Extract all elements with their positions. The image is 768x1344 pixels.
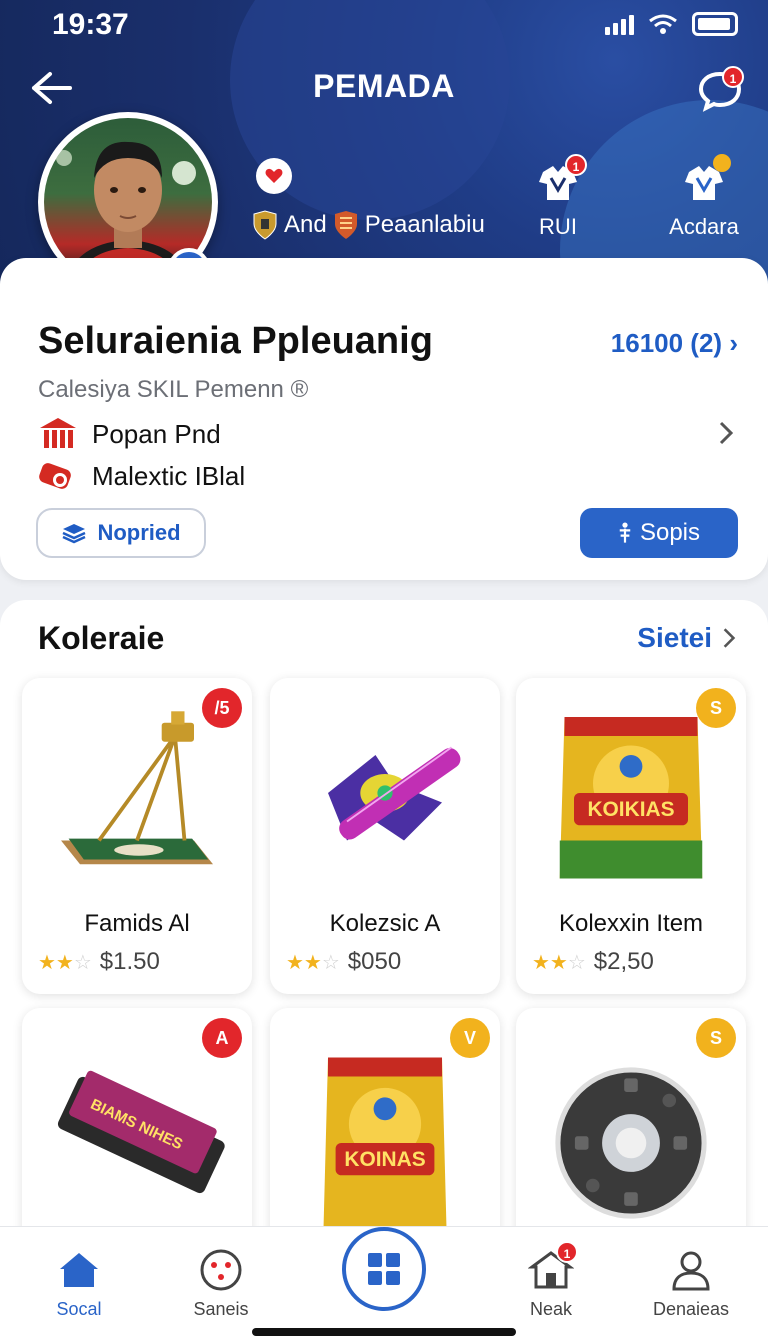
item-badge: V	[450, 1018, 490, 1058]
club-crest-icon	[334, 211, 357, 239]
bottom-tab-bar: Socal Saneis 1 Neak Denaieas	[0, 1226, 768, 1344]
collection-item-card[interactable]: KOIKIAS S Kolexxin Item ★★☆ $2,50	[516, 678, 746, 994]
points-link[interactable]: 16100 (2) ›	[611, 328, 738, 359]
ticket-icon	[39, 463, 71, 489]
tab-neak[interactable]: 1 Neak	[496, 1241, 606, 1320]
item-price: $050	[347, 948, 402, 975]
user-icon	[672, 1251, 710, 1291]
chevron-right-icon[interactable]	[716, 418, 736, 448]
stat-label: RUI	[539, 214, 577, 239]
item-meta: ★★☆ $2,50	[532, 948, 654, 976]
club-name: Peaanlabiu	[364, 211, 485, 238]
messages-button[interactable]: 1	[696, 66, 744, 112]
dice-icon	[200, 1249, 242, 1291]
team-name: And	[284, 211, 327, 238]
stat-badge: 1	[565, 154, 587, 176]
battery-icon	[692, 12, 738, 36]
section-title: Koleraie	[38, 620, 165, 656]
wifi-icon	[649, 14, 677, 34]
gold-dot-icon	[713, 154, 731, 172]
snack-label: KOIKIAS	[587, 798, 674, 821]
center-grid-button[interactable]	[342, 1227, 426, 1311]
item-image-snack-bag: KOINAS	[270, 1038, 500, 1248]
item-image-candy-bar: BIAMS NIHES	[22, 1028, 252, 1238]
item-price: $2,50	[593, 948, 654, 975]
info-row-position[interactable]: Popan Pnd	[38, 416, 221, 452]
item-name: Famids Al	[84, 910, 190, 937]
item-price: $1.50	[99, 948, 160, 975]
nopried-button[interactable]: Nopried	[36, 508, 206, 558]
button-label: Sopis	[639, 519, 701, 546]
home-icon	[60, 1253, 98, 1287]
tab-label: Neak	[529, 1299, 573, 1319]
player-name: Seluraienia Ppleuanig	[38, 320, 433, 362]
tab-denaieas[interactable]: Denaieas	[636, 1247, 746, 1320]
rating-stars-icon: ★★☆	[532, 951, 586, 974]
points-value: 16100 (2)	[610, 328, 723, 358]
hero-stat-rui[interactable]: 1 RUI	[508, 154, 608, 240]
stadium-icon	[40, 418, 76, 448]
snack-label: KOINAS	[344, 1148, 425, 1171]
tab-label: Saneis	[193, 1299, 249, 1319]
team-info: And Peaanlabiu	[252, 210, 485, 240]
person-icon	[619, 522, 631, 543]
info-row-label: Malextic IBlal	[92, 460, 246, 491]
home-indicator	[252, 1328, 516, 1336]
tab-socal[interactable]: Socal	[24, 1247, 134, 1320]
jersey-icon: 1	[535, 154, 587, 206]
rating-stars-icon: ★★☆	[38, 951, 92, 974]
stat-label: Acdara	[669, 214, 739, 239]
see-all-link[interactable]: Sietei	[637, 622, 736, 654]
info-row-type: Malextic IBlal	[38, 458, 245, 494]
favorite-button[interactable]	[256, 158, 292, 194]
item-name: Kolezsic A	[329, 910, 441, 937]
item-badge: A	[202, 1018, 242, 1058]
chevron-right-icon: ›	[729, 328, 738, 358]
layers-icon	[62, 524, 86, 544]
tab-saneis[interactable]: Saneis	[166, 1247, 276, 1320]
collection-item-card[interactable]: /5 Famids Al ★★☆ $1.50	[22, 678, 252, 994]
collection-item-card[interactable]: Kolezsic A ★★☆ $050	[270, 678, 500, 994]
profile-card: Seluraienia Ppleuanig 16100 (2) › Calesi…	[0, 258, 768, 580]
player-subtitle: Calesiya SKIL Pemenn ®	[38, 376, 309, 403]
button-label: Nopried	[97, 520, 181, 545]
item-image-guitar	[270, 688, 500, 898]
item-meta: ★★☆ $1.50	[38, 948, 160, 976]
tab-badge: 1	[556, 1241, 578, 1263]
info-row-label: Popan Pnd	[92, 418, 221, 449]
chevron-right-icon	[723, 628, 736, 648]
notification-badge: 1	[722, 66, 744, 88]
item-image-dial	[516, 1038, 746, 1248]
page-title: PEMADA	[313, 68, 455, 104]
tab-label: Denaieas	[652, 1299, 730, 1319]
tab-label: Socal	[56, 1299, 102, 1319]
status-bar: 19:37	[0, 0, 768, 50]
item-name: Kolexxin Item	[558, 910, 704, 937]
status-time: 19:37	[52, 8, 129, 41]
item-badge: S	[696, 1018, 736, 1058]
grid-icon	[368, 1253, 400, 1285]
item-badge: S	[696, 688, 736, 728]
hero-stat-acdara[interactable]: Acdara	[654, 154, 754, 240]
item-badge: /5	[202, 688, 242, 728]
jersey-icon	[681, 154, 731, 206]
sopis-button[interactable]: Sopis	[580, 508, 738, 558]
see-all-label: Sietei	[637, 622, 712, 653]
team-shield-icon	[253, 210, 277, 240]
signal-icon	[605, 13, 634, 35]
item-meta: ★★☆ $050	[286, 948, 401, 976]
rating-stars-icon: ★★☆	[286, 951, 340, 974]
heart-icon	[265, 168, 283, 183]
